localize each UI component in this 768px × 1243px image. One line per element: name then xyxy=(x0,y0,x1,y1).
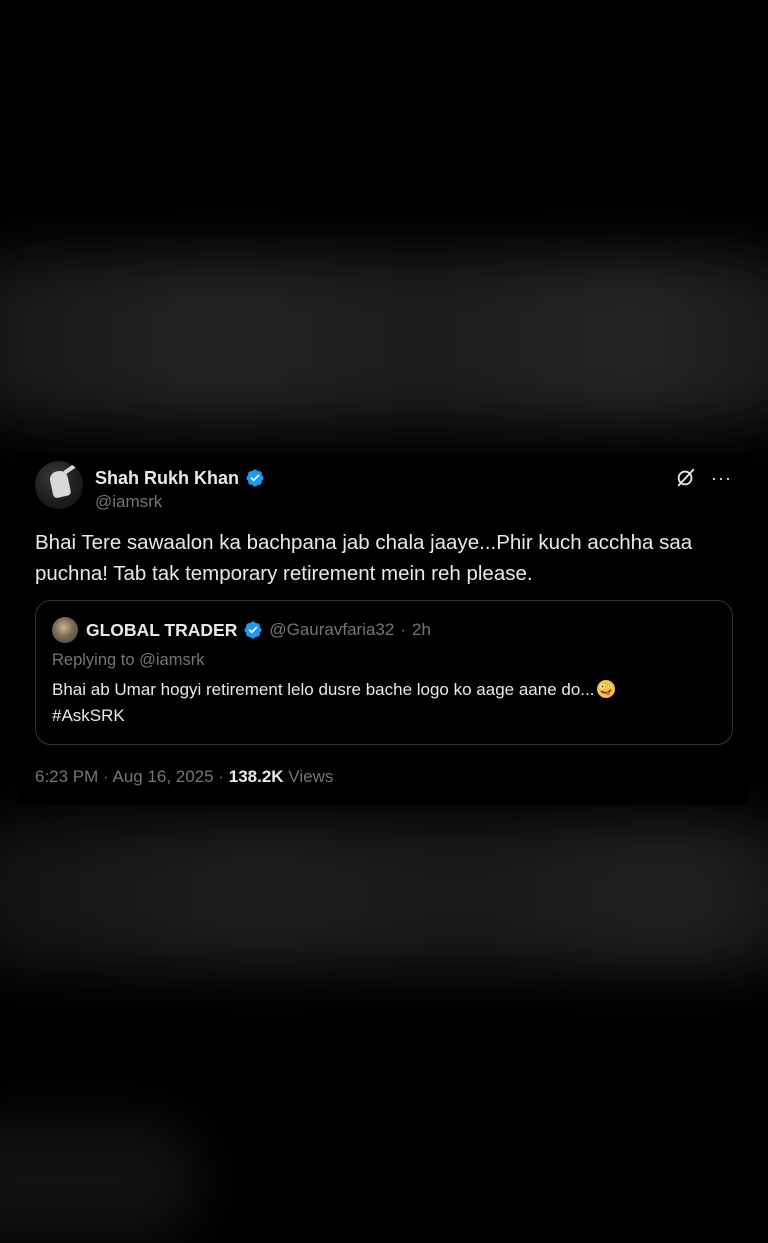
tweet-card[interactable]: Shah Rukh Khan @iamsrk ··· Bhai Tere saw… xyxy=(18,455,749,805)
tweet-header: Shah Rukh Khan @iamsrk ··· xyxy=(35,461,732,513)
blurred-background-bottom xyxy=(0,820,768,970)
quoted-tweet-text: Bhai ab Umar hogyi retirement lelo dusre… xyxy=(52,677,712,729)
avatar-figure xyxy=(48,469,72,499)
quoted-author-handle[interactable]: @Gauravfaria32 xyxy=(269,620,394,640)
blurred-background-top xyxy=(0,255,768,425)
quoted-author-name[interactable]: GLOBAL TRADER xyxy=(86,620,237,641)
author-handle[interactable]: @iamsrk xyxy=(95,492,162,512)
tweet-text: Bhai Tere sawaalon ka bachpana jab chala… xyxy=(35,531,693,585)
quoted-separator: · xyxy=(400,620,407,639)
views-count[interactable]: 138.2K xyxy=(229,767,284,786)
views-label: Views xyxy=(283,767,334,786)
meta-separator: · xyxy=(213,767,229,786)
author-name-row: Shah Rukh Khan xyxy=(95,466,265,490)
quoted-author-row: GLOBAL TRADER @Gauravfaria32 · 2h xyxy=(52,617,431,643)
author-display-name[interactable]: Shah Rukh Khan xyxy=(95,468,239,489)
grok-icon[interactable] xyxy=(675,467,697,489)
tweet-meta: 6:23 PM · Aug 16, 2025 · 138.2K Views xyxy=(35,767,333,787)
quoted-tweet[interactable]: GLOBAL TRADER @Gauravfaria32 · 2h Replyi… xyxy=(35,600,733,745)
zany-face-emoji xyxy=(597,680,616,698)
hashtag-asksrk[interactable]: #AskSRK xyxy=(52,706,125,725)
author-avatar[interactable] xyxy=(35,461,83,509)
quoted-text-line1: Bhai ab Umar hogyi retirement lelo dusre… xyxy=(52,680,595,699)
blurred-background-corner xyxy=(0,1120,200,1240)
replying-to[interactable]: Replying to @iamsrk xyxy=(52,651,204,670)
quoted-author-avatar[interactable] xyxy=(52,617,78,643)
meta-separator: · xyxy=(98,767,113,786)
tweet-time[interactable]: 6:23 PM xyxy=(35,767,98,786)
verified-badge-icon xyxy=(246,469,264,487)
tweet-date[interactable]: Aug 16, 2025 xyxy=(112,767,213,786)
quoted-timestamp[interactable]: 2h xyxy=(412,620,431,640)
header-actions: ··· xyxy=(675,467,732,489)
screenshot-page: Shah Rukh Khan @iamsrk ··· Bhai Tere saw… xyxy=(0,0,768,1243)
more-options-icon[interactable]: ··· xyxy=(711,468,732,488)
avatar-arm xyxy=(62,462,78,476)
verified-badge-icon xyxy=(244,621,262,639)
